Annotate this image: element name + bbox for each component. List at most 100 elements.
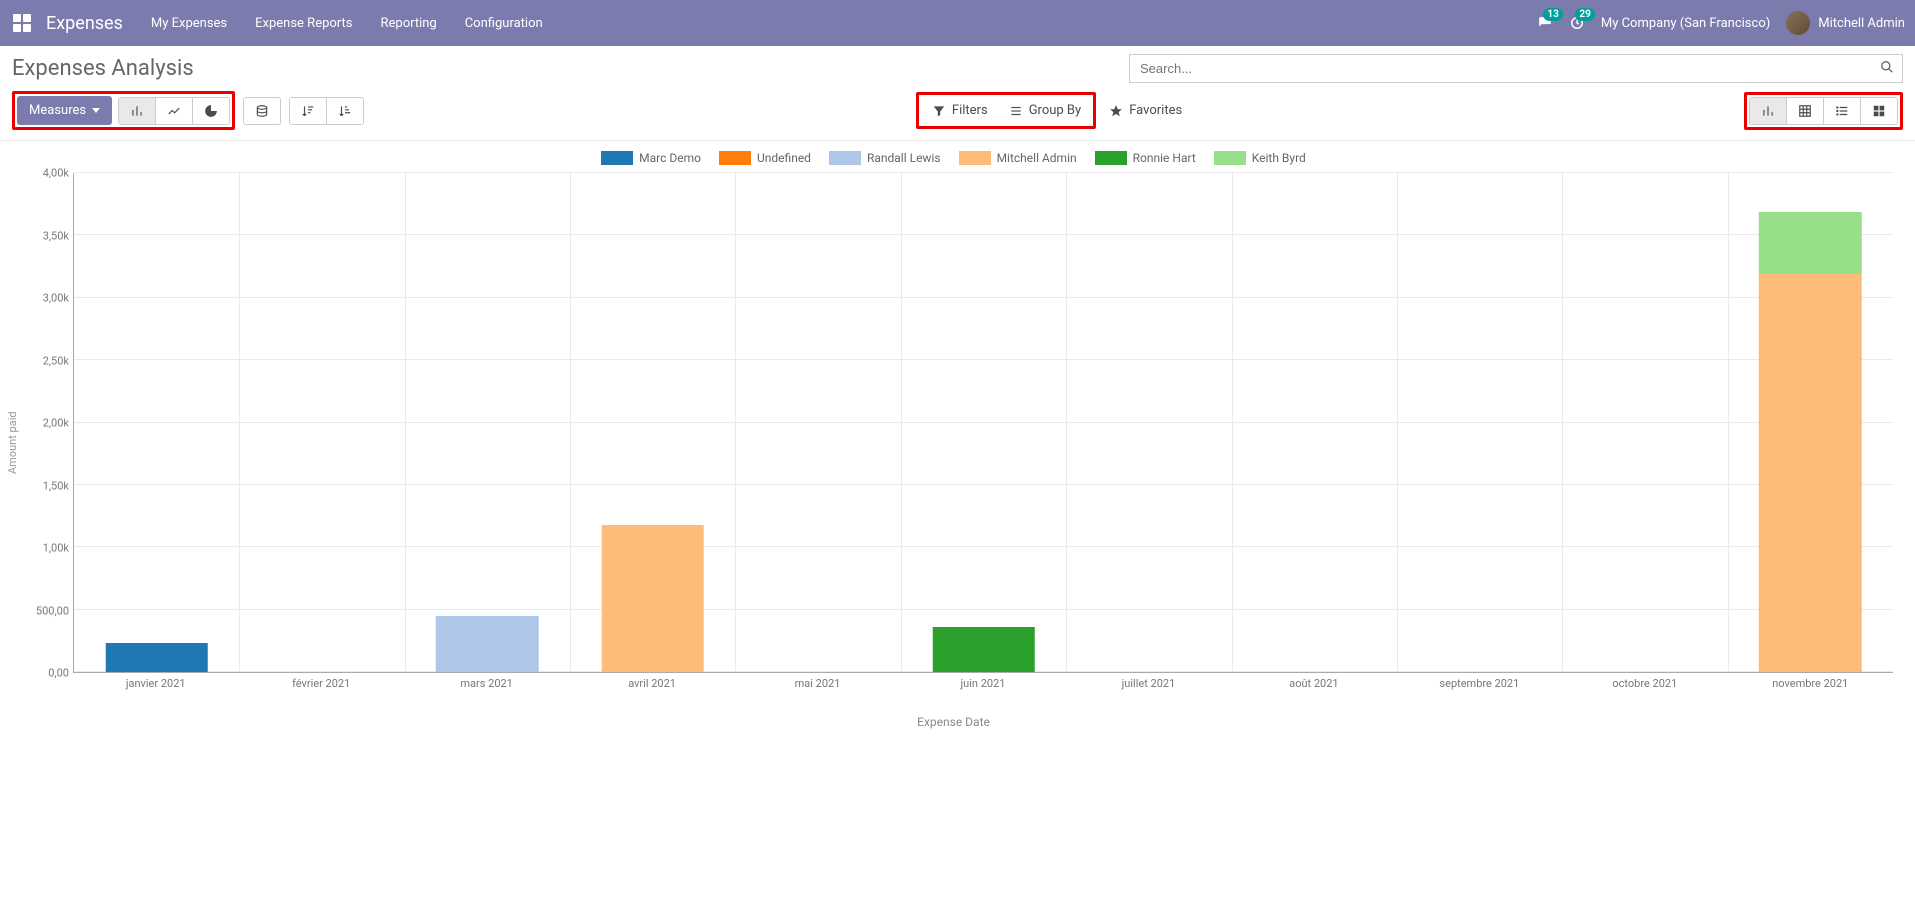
- y-tick: 3,00k: [25, 292, 69, 305]
- avatar-icon: [1786, 11, 1810, 35]
- favorites-button[interactable]: Favorites: [1098, 97, 1192, 124]
- legend-label: Marc Demo: [639, 151, 701, 165]
- line-chart-icon: [166, 104, 182, 118]
- legend-swatch: [719, 151, 751, 165]
- y-axis-label: Amount paid: [4, 173, 21, 713]
- view-pivot-button[interactable]: [1787, 98, 1824, 124]
- user-name: Mitchell Admin: [1818, 16, 1905, 31]
- x-tick: avril 2021: [628, 677, 676, 690]
- y-tick: 500,00: [25, 604, 69, 617]
- nav-reporting[interactable]: Reporting: [380, 16, 436, 31]
- list-view-icon: [1834, 104, 1850, 118]
- chart-legend: Marc Demo Undefined Randall Lewis Mitchell …: [4, 151, 1903, 165]
- legend-item[interactable]: Marc Demo: [601, 151, 701, 165]
- legend-swatch: [601, 151, 633, 165]
- messages-button[interactable]: 13: [1537, 16, 1553, 30]
- activities-badge: 29: [1575, 8, 1594, 21]
- filter-icon: [931, 104, 947, 118]
- chart-line-button[interactable]: [156, 98, 193, 124]
- search-input[interactable]: [1129, 54, 1903, 83]
- nav-items: My Expenses Expense Reports Reporting Co…: [151, 16, 543, 31]
- activities-button[interactable]: 29: [1569, 16, 1585, 30]
- legend-swatch: [829, 151, 861, 165]
- user-menu[interactable]: Mitchell Admin: [1786, 11, 1905, 35]
- bar-stack[interactable]: [932, 627, 1035, 672]
- legend-swatch: [1214, 151, 1246, 165]
- y-tick: 1,50k: [25, 479, 69, 492]
- view-graph-button[interactable]: [1750, 98, 1787, 124]
- x-tick: février 2021: [292, 677, 350, 690]
- bar-segment: [436, 616, 539, 672]
- stack-icon: [254, 104, 270, 118]
- messages-badge: 13: [1543, 8, 1562, 21]
- bar-segment: [1759, 212, 1862, 274]
- bar-segment: [1759, 274, 1862, 672]
- x-tick: octobre 2021: [1612, 677, 1677, 690]
- bar-segment: [105, 643, 208, 672]
- legend-item[interactable]: Keith Byrd: [1214, 151, 1306, 165]
- legend-label: Keith Byrd: [1252, 151, 1306, 165]
- x-tick: juillet 2021: [1122, 677, 1176, 690]
- chart-pie-button[interactable]: [193, 98, 229, 124]
- y-tick: 2,50k: [25, 354, 69, 367]
- chart-area: Marc Demo Undefined Randall Lewis Mitchell …: [0, 141, 1915, 739]
- measures-button[interactable]: Measures: [17, 96, 112, 125]
- app-brand[interactable]: Expenses: [46, 13, 123, 34]
- bar-segment: [932, 627, 1035, 672]
- sort-asc-icon: [337, 104, 353, 118]
- y-tick: 2,00k: [25, 417, 69, 430]
- y-tick: 3,50k: [25, 229, 69, 242]
- bar-stack[interactable]: [105, 643, 208, 672]
- legend-label: Randall Lewis: [867, 151, 941, 165]
- page-title: Expenses Analysis: [12, 56, 194, 81]
- stacked-button[interactable]: [244, 98, 280, 124]
- nav-my-expenses[interactable]: My Expenses: [151, 16, 227, 31]
- pie-chart-icon: [203, 104, 219, 118]
- highlight-box-left: Measures: [12, 91, 235, 130]
- highlight-box-filters: Filters Group By: [916, 92, 1096, 129]
- y-tick: 1,00k: [25, 542, 69, 555]
- legend-label: Undefined: [757, 151, 811, 165]
- nav-configuration[interactable]: Configuration: [465, 16, 543, 31]
- legend-item[interactable]: Randall Lewis: [829, 151, 941, 165]
- groupby-button[interactable]: Group By: [998, 97, 1092, 124]
- highlight-box-views: [1744, 92, 1903, 130]
- y-tick: 4,00k: [25, 167, 69, 180]
- x-tick: mai 2021: [795, 677, 841, 690]
- table-icon: [1797, 104, 1813, 118]
- chart-plot: janvier 2021 février 2021 mars 2021 avril 2…: [21, 173, 1903, 713]
- nav-expense-reports[interactable]: Expense Reports: [255, 16, 352, 31]
- bar-stack[interactable]: [436, 616, 539, 672]
- top-nav: Expenses My Expenses Expense Reports Rep…: [0, 0, 1915, 46]
- legend-label: Mitchell Admin: [997, 151, 1077, 165]
- chart-bar-button[interactable]: [119, 98, 156, 124]
- x-tick: janvier 2021: [126, 677, 186, 690]
- view-list-button[interactable]: [1824, 98, 1861, 124]
- bar-stack[interactable]: [1759, 212, 1862, 672]
- bar-segment: [602, 525, 705, 672]
- legend-swatch: [1095, 151, 1127, 165]
- x-axis-label: Expense Date: [4, 715, 1903, 729]
- bar-chart-icon: [129, 104, 145, 118]
- x-tick: juin 2021: [961, 677, 1006, 690]
- bar-chart-icon: [1760, 104, 1776, 118]
- x-tick: septembre 2021: [1439, 677, 1519, 690]
- sort-desc-icon: [300, 104, 316, 118]
- list-icon: [1008, 104, 1024, 118]
- company-selector[interactable]: My Company (San Francisco): [1601, 16, 1770, 31]
- bar-stack[interactable]: [602, 525, 705, 672]
- toolbar: Measures F: [0, 83, 1915, 141]
- filters-button[interactable]: Filters: [921, 97, 998, 124]
- legend-item[interactable]: Mitchell Admin: [959, 151, 1077, 165]
- x-tick: août 2021: [1289, 677, 1338, 690]
- sort-desc-button[interactable]: [290, 98, 327, 124]
- x-tick: novembre 2021: [1772, 677, 1848, 690]
- apps-icon[interactable]: [10, 11, 34, 35]
- view-kanban-button[interactable]: [1861, 98, 1897, 124]
- x-tick: mars 2021: [460, 677, 513, 690]
- legend-item[interactable]: Undefined: [719, 151, 811, 165]
- legend-item[interactable]: Ronnie Hart: [1095, 151, 1196, 165]
- subheader: Expenses Analysis: [0, 46, 1915, 83]
- sort-asc-button[interactable]: [327, 98, 363, 124]
- kanban-icon: [1871, 104, 1887, 118]
